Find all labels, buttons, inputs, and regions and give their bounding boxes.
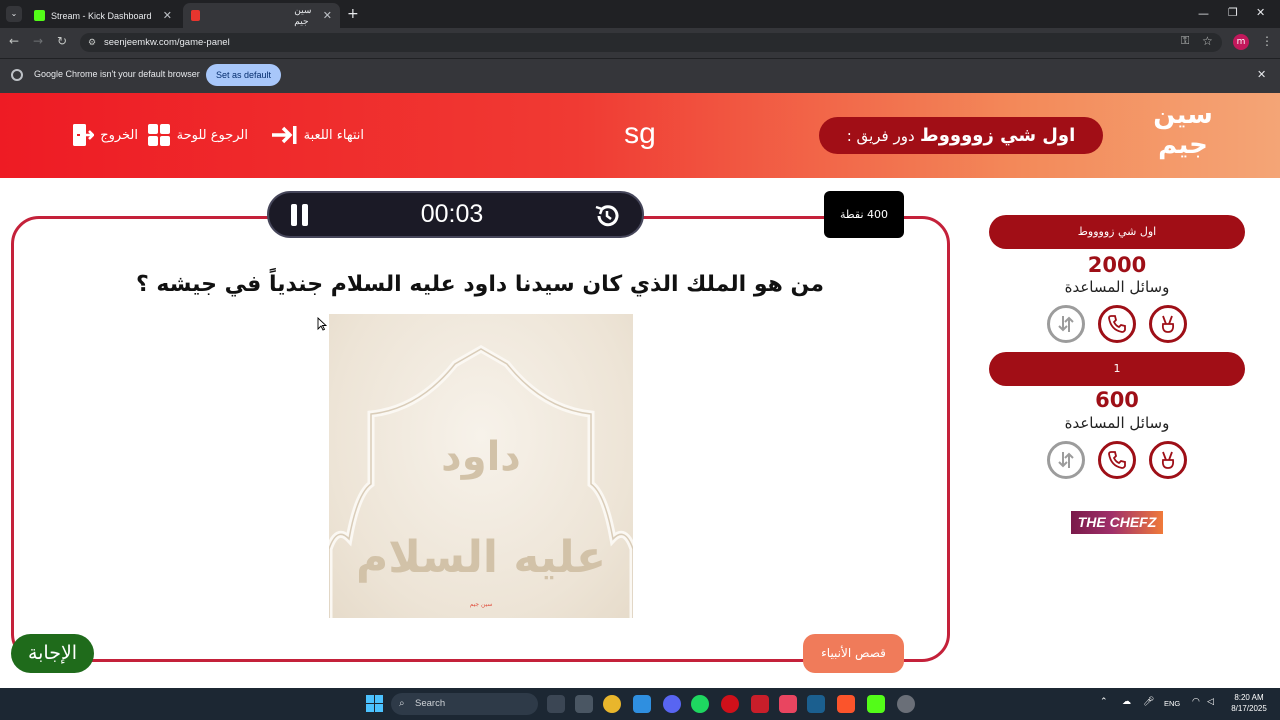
taskbar-search-placeholder: Search <box>415 698 446 709</box>
mouse-cursor-icon <box>317 316 328 335</box>
exit-label: الخروج <box>100 127 138 143</box>
taskbar-search[interactable]: ⌕ Search <box>391 693 538 715</box>
language-indicator[interactable]: ENG <box>1164 699 1180 708</box>
music-icon[interactable] <box>779 695 797 713</box>
team1-name: اول شي زووووط <box>989 215 1245 249</box>
end-game-label: انتهاء اللعبة <box>303 127 364 143</box>
kick-icon[interactable] <box>867 695 885 713</box>
volume-icon[interactable]: ◁ <box>1207 697 1214 707</box>
timer-display: 00:03 <box>420 200 484 228</box>
team2-peace-aid-icon[interactable] <box>1149 441 1187 479</box>
taskbar-clock[interactable]: 8:20 AM 8/17/2025 <box>1224 692 1274 714</box>
team2-swap-aid-icon[interactable] <box>1047 441 1085 479</box>
restore-icon[interactable]: ❐ <box>1228 6 1238 19</box>
steam-icon[interactable] <box>807 695 825 713</box>
back-to-board-label: الرجوع للوحة <box>176 127 248 143</box>
cloud-icon[interactable]: ☁ <box>1122 697 1131 707</box>
image-watermark: سين جيم <box>469 601 493 608</box>
app-icon[interactable] <box>575 695 593 713</box>
exit-button[interactable]: الخروج <box>68 122 138 148</box>
clock-date: 8/17/2025 <box>1231 704 1267 713</box>
team1-swap-aid-icon[interactable] <box>1047 305 1085 343</box>
seenjeem-logo[interactable]: سين جيم <box>1148 100 1218 170</box>
new-tab-button[interactable]: + <box>347 6 359 22</box>
team2-aids-label: وسائل المساعدة <box>1064 414 1170 432</box>
logo-line2: جيم <box>1158 130 1208 160</box>
search-icon: ⌕ <box>399 698 405 709</box>
tab-title: سين جيم <box>294 4 312 26</box>
obs-icon[interactable] <box>897 695 915 713</box>
question-text: من هو الملك الذي كان سيدنا داود عليه الس… <box>136 272 824 297</box>
task-view-icon[interactable] <box>547 695 565 713</box>
category-button[interactable]: قصص الأنبياء <box>803 634 904 673</box>
tray-chevron-icon[interactable]: ⌃ <box>1100 697 1108 707</box>
seenjeem-favicon-icon <box>191 10 201 21</box>
tab-title: Stream - Kick Dashboard <box>51 10 152 21</box>
image-text-line1: داود <box>441 434 521 480</box>
team2-score: 600 <box>1095 388 1139 412</box>
question-image: داود عليه السلام سين جيم <box>329 314 633 618</box>
address-bar[interactable]: ⚙ seenjeemkw.com/game-panel <box>80 33 1222 52</box>
back-to-board-button[interactable]: الرجوع للوحة <box>146 122 248 148</box>
team-turn-label: دور فريق : <box>846 127 915 145</box>
infobar-message: Google Chrome isn't your default browser <box>34 69 200 79</box>
header-center-text: sg <box>624 117 656 150</box>
team-turn-indicator: دور فريق : اول شي زووووط <box>819 117 1103 154</box>
minimize-icon[interactable]: — <box>1198 7 1209 20</box>
tab-search-button[interactable]: ⌄ <box>6 6 22 22</box>
exit-door-icon <box>73 124 95 146</box>
forward-icon[interactable]: → <box>33 34 43 48</box>
grid-icon <box>147 124 170 146</box>
close-infobar-icon[interactable]: ✕ <box>1257 68 1266 81</box>
discord-icon[interactable] <box>663 695 681 713</box>
menu-kebab-icon[interactable]: ⋮ <box>1261 34 1273 48</box>
app-icon[interactable] <box>751 695 769 713</box>
spotify-icon[interactable] <box>691 695 709 713</box>
brave-icon[interactable] <box>837 695 855 713</box>
close-tab-icon[interactable]: ✕ <box>163 9 172 22</box>
wifi-icon[interactable]: ◠ <box>1192 697 1200 707</box>
close-window-icon[interactable]: ✕ <box>1256 6 1265 19</box>
team1-peace-aid-icon[interactable] <box>1149 305 1187 343</box>
points-badge: 400 نقطة <box>824 191 904 238</box>
close-tab-icon[interactable]: ✕ <box>323 9 332 22</box>
kick-favicon-icon <box>34 10 45 21</box>
notepad-icon[interactable] <box>633 695 651 713</box>
set-default-button[interactable]: Set as default <box>206 64 281 86</box>
end-game-button[interactable]: انتهاء اللعبة <box>258 122 364 148</box>
url-text: seenjeemkw.com/game-panel <box>104 37 230 48</box>
sponsor-logo[interactable]: THE CHEFZ <box>1071 511 1163 534</box>
arrow-to-line-icon <box>271 126 297 144</box>
opera-icon[interactable] <box>721 695 739 713</box>
team1-score: 2000 <box>1087 253 1147 277</box>
profile-avatar[interactable]: m <box>1233 34 1249 50</box>
windows-start-icon[interactable] <box>366 695 384 713</box>
clock-time: 8:20 AM <box>1234 693 1264 702</box>
reload-icon[interactable]: ↻ <box>57 34 67 48</box>
chrome-logo-icon <box>11 69 23 81</box>
reset-timer-icon[interactable] <box>592 201 622 231</box>
answer-button[interactable]: الإجابة <box>11 634 94 673</box>
chrome-taskbar-icon[interactable] <box>603 695 621 713</box>
pause-icon[interactable] <box>289 202 311 228</box>
back-icon[interactable]: ← <box>9 34 19 48</box>
bookmark-star-icon[interactable]: ☆ <box>1202 34 1213 48</box>
microphone-icon[interactable]: 🎤︎ <box>1143 697 1154 707</box>
tab-seenjeem[interactable]: سين جيم ✕ <box>183 3 340 28</box>
team-turn-name: اول شي زووووط <box>920 125 1076 146</box>
password-key-icon[interactable]: ⚿ <box>1181 34 1189 48</box>
team2-name: 1 <box>989 352 1245 386</box>
image-text-line2: عليه السلام <box>355 532 606 583</box>
logo-line1: سين <box>1153 100 1213 130</box>
team1-aids-label: وسائل المساعدة <box>1064 278 1170 296</box>
team1-call-aid-icon[interactable] <box>1098 305 1136 343</box>
tab-kick-dashboard[interactable]: Stream - Kick Dashboard ✕ <box>26 3 180 28</box>
site-info-icon[interactable]: ⚙ <box>88 33 96 52</box>
team2-call-aid-icon[interactable] <box>1098 441 1136 479</box>
